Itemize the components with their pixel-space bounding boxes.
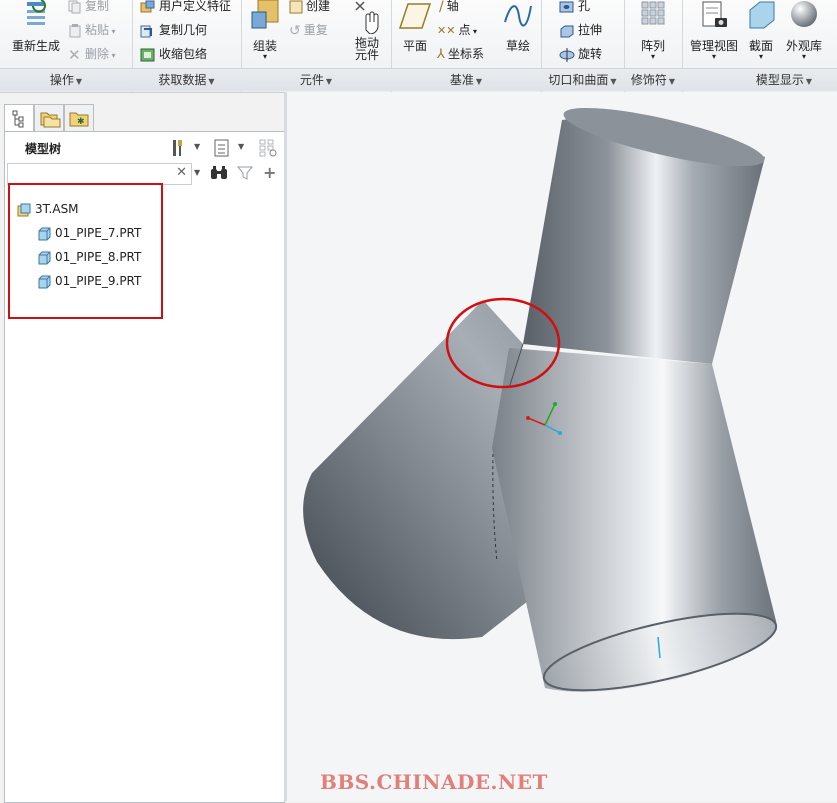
tab-favorites[interactable]: ✱ (64, 104, 94, 131)
cut-surface-group: 孔 拉伸 旋转 切口和曲面 ▼ (541, 0, 625, 92)
operations-group: 重新生成 复制 粘贴 ▾ ✕ 删除 ▾ 操作 ▼ (0, 0, 133, 92)
plane-button[interactable]: 平面 (395, 0, 435, 54)
search-dropdown[interactable]: ▼ (194, 168, 200, 177)
cut-surface-group-label[interactable]: 切口和曲面 ▼ (541, 68, 624, 91)
tree-settings-dropdown[interactable]: ▼ (194, 142, 200, 151)
appearance-library-button[interactable]: 外观库 ▾ (782, 0, 826, 61)
modifiers-group: 阵列 ▾ 修饰符 ▼ (624, 0, 683, 92)
regenerate-label: 重新生成 (11, 39, 60, 53)
svg-text:✱: ✱ (77, 117, 85, 127)
hand-drag-icon (355, 1, 379, 34)
model-display-group-label[interactable]: 模型显示 ▼ (682, 68, 837, 91)
regenerate-button[interactable]: 重新生成 (8, 0, 64, 54)
repeat-icon: ↺ (289, 22, 301, 39)
model-display-group: 管理视图 ▾ 截面 ▾ 外观库 ▾ 模型显示 ▼ (682, 0, 837, 92)
delete-button[interactable]: ✕ 删除 ▾ (68, 43, 116, 65)
extrude-icon (560, 25, 574, 37)
csys-button[interactable]: ⅄ 坐标系 (437, 43, 484, 65)
udf-button[interactable]: 用户定义特征 (140, 0, 231, 17)
graphics-viewport[interactable] (287, 92, 837, 801)
model-tree-icon (12, 110, 24, 128)
point-icon: ✕✕ (437, 23, 456, 37)
create-button[interactable]: 创建 (289, 0, 330, 17)
tree-highlight-annotation (8, 183, 163, 319)
show-list-icon[interactable] (213, 138, 231, 158)
udf-icon (140, 0, 155, 12)
get-data-group-label[interactable]: 获取数据 ▼ (132, 68, 241, 91)
manage-views-icon (702, 1, 727, 27)
revolve-icon (559, 47, 575, 62)
pipe-tee-model[interactable] (287, 92, 837, 801)
assemble-icon (251, 0, 279, 29)
model-tree-title: 模型树 (25, 142, 62, 156)
folder-browser-icon (40, 112, 61, 128)
add-column-icon[interactable]: + (263, 163, 276, 182)
plane-icon (398, 3, 432, 29)
repeat-button[interactable]: ↺ 重复 (289, 19, 328, 41)
drag-components-button[interactable]: 拖动 元件 (347, 0, 387, 61)
component-group: 组装 ▾ 创建 ↺ 重复 拖动 元件 元件 ▼ (241, 0, 392, 92)
copy-icon (68, 0, 81, 13)
operations-group-label[interactable]: 操作 ▼ (0, 68, 132, 91)
clear-search-icon[interactable]: ✕ (176, 165, 187, 180)
section-icon (749, 1, 775, 29)
section-button[interactable]: 截面 ▾ (744, 0, 778, 61)
sketch-icon (504, 5, 532, 27)
favorites-folder-icon: ✱ (69, 112, 89, 127)
point-button[interactable]: ✕✕ 点 ▾ (437, 19, 477, 41)
shrinkwrap-icon (140, 48, 155, 61)
manage-views-button[interactable]: 管理视图 ▾ (686, 0, 742, 61)
find-binoculars-icon[interactable] (210, 165, 228, 181)
pattern-icon (641, 1, 665, 25)
revolve-button[interactable]: 旋转 (559, 43, 602, 65)
tree-search-field[interactable]: ✕ (7, 163, 192, 185)
tab-folder-browser[interactable] (34, 104, 64, 131)
delete-icon: ✕ (68, 45, 81, 64)
filter-icon[interactable] (237, 165, 253, 181)
copy-geometry-button[interactable]: 复制几何 (140, 19, 207, 41)
assemble-button[interactable]: 组装 ▾ (245, 0, 285, 61)
tree-settings-icon[interactable] (171, 138, 189, 158)
hole-icon (559, 1, 574, 12)
component-group-label[interactable]: 元件 ▼ (241, 68, 391, 91)
create-icon (289, 0, 303, 13)
shrinkwrap-button[interactable]: 收缩包络 (140, 43, 207, 65)
appearance-sphere-icon (791, 1, 817, 27)
axis-button[interactable]: / 轴 (439, 0, 459, 17)
paste-button[interactable]: 粘贴 ▾ (68, 19, 116, 41)
datum-group: 平面 / 轴 ✕✕ 点 ▾ ⅄ 坐标系 草绘 基准 ▼ (391, 0, 542, 92)
coordinate-system-icon: ⅄ (437, 46, 445, 62)
ribbon: 重新生成 复制 粘贴 ▾ ✕ 删除 ▾ 操作 ▼ 用户定义特征 复制几何 收缩包络 … (0, 0, 837, 93)
hole-button[interactable]: 孔 (559, 0, 590, 17)
sketch-button[interactable]: 草绘 (499, 0, 537, 54)
copy-geometry-icon (140, 25, 152, 37)
paste-icon (69, 23, 81, 37)
tab-model-tree[interactable] (4, 104, 34, 132)
get-data-group: 用户定义特征 复制几何 收缩包络 获取数据 ▼ (132, 0, 242, 92)
datum-group-label[interactable]: 基准 ▼ (391, 68, 541, 91)
extrude-button[interactable]: 拉伸 (559, 19, 602, 41)
copy-button[interactable]: 复制 (68, 0, 109, 17)
axis-icon: / (439, 0, 444, 15)
modifiers-group-label[interactable]: 修饰符 ▼ (624, 68, 682, 91)
show-list-dropdown[interactable]: ▼ (238, 142, 244, 151)
regenerate-icon (27, 0, 46, 25)
watermark: BBS.CHINADE.NET (320, 770, 548, 794)
pattern-button[interactable]: 阵列 ▾ (632, 0, 674, 61)
tree-columns-icon[interactable] (258, 138, 278, 158)
